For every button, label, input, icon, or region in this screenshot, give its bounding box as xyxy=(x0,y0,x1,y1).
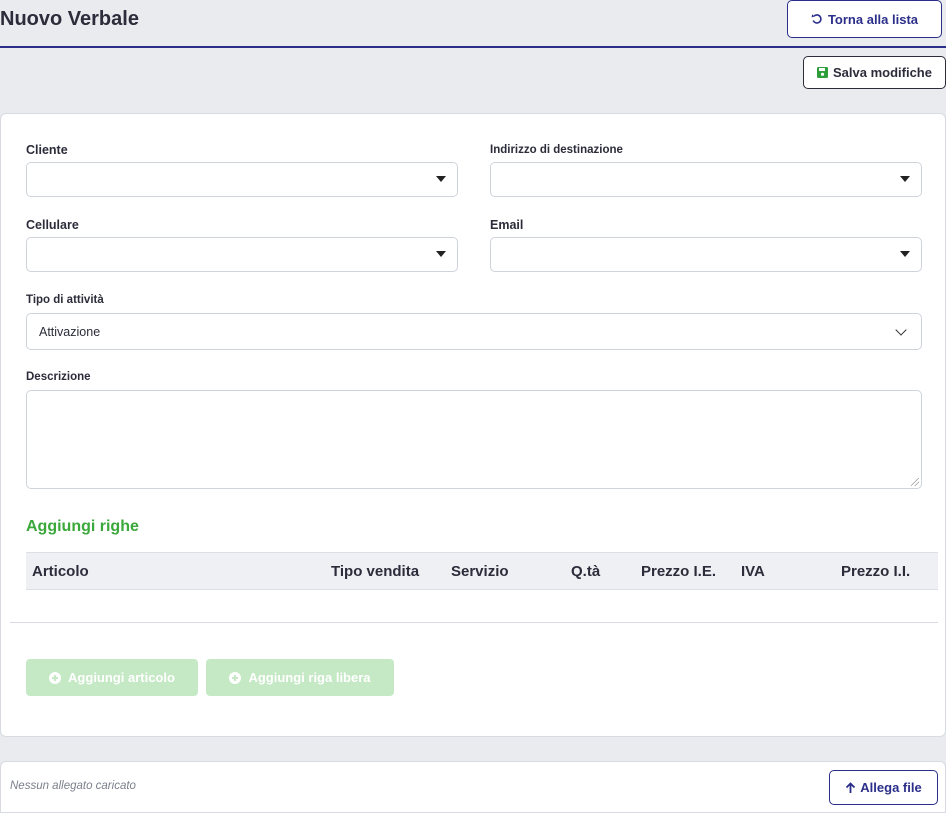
column-header-quantita: Q.tà xyxy=(571,563,601,580)
column-header-prezzo-ii: Prezzo I.I. xyxy=(841,563,911,580)
tipo-attivita-select[interactable]: Attivazione xyxy=(26,313,922,350)
page-header: Nuovo Verbale Torna alla lista xyxy=(0,0,946,48)
cliente-select[interactable] xyxy=(26,162,458,197)
attachments-status: Nessun allegato caricato xyxy=(10,780,136,792)
cliente-label: Cliente xyxy=(26,143,68,157)
tipo-attivita-label: Tipo di attività xyxy=(26,294,104,306)
column-header-prezzo-ie: Prezzo I.E. xyxy=(641,563,717,580)
back-to-list-button[interactable]: Torna alla lista xyxy=(787,0,942,38)
chevron-down-icon xyxy=(895,324,907,336)
page-title: Nuovo Verbale xyxy=(0,8,139,30)
descrizione-label: Descrizione xyxy=(26,371,91,383)
column-header-servizio: Servizio xyxy=(451,563,509,580)
caret-down-icon xyxy=(900,176,910,182)
undo-icon xyxy=(811,13,823,25)
plus-circle-icon xyxy=(49,671,62,684)
cellulare-select[interactable] xyxy=(26,237,458,272)
add-article-button[interactable]: Aggiungi articolo xyxy=(26,659,198,696)
caret-down-icon xyxy=(900,251,910,257)
attachments-bar: Nessun allegato caricato Allega file xyxy=(0,761,946,813)
attach-file-button[interactable]: Allega file xyxy=(829,770,938,805)
add-article-label: Aggiungi articolo xyxy=(68,670,175,685)
save-label: Salva modifiche xyxy=(833,65,932,80)
indirizzo-select[interactable] xyxy=(490,162,922,197)
cellulare-label: Cellulare xyxy=(26,218,79,232)
arrow-up-icon xyxy=(845,781,856,794)
add-free-row-button[interactable]: Aggiungi riga libera xyxy=(206,659,394,696)
plus-circle-icon xyxy=(229,671,242,684)
descrizione-textarea[interactable] xyxy=(26,390,922,489)
column-header-tipo-vendita: Tipo vendita xyxy=(331,563,420,580)
rows-table-header: Articolo Tipo vendita Servizio Q.tà Prez… xyxy=(26,552,938,590)
attach-file-label: Allega file xyxy=(860,780,922,795)
column-header-iva: IVA xyxy=(741,563,765,580)
form-card: Cliente Indirizzo di destinazione Cellul… xyxy=(0,113,946,737)
aggiungi-righe-title: Aggiungi righe xyxy=(26,518,139,535)
email-label: Email xyxy=(490,218,524,232)
column-header-articolo: Articolo xyxy=(32,563,89,580)
save-button[interactable]: Salva modifiche xyxy=(803,56,946,89)
tipo-attivita-value: Attivazione xyxy=(39,325,101,339)
caret-down-icon xyxy=(436,176,446,182)
resize-handle-icon[interactable] xyxy=(911,478,919,486)
divider xyxy=(10,622,938,623)
indirizzo-label: Indirizzo di destinazione xyxy=(490,144,623,156)
add-free-row-label: Aggiungi riga libera xyxy=(248,670,371,685)
floppy-disk-icon xyxy=(817,67,828,78)
back-to-list-label: Torna alla lista xyxy=(827,11,919,27)
caret-down-icon xyxy=(436,251,446,257)
email-select[interactable] xyxy=(490,237,922,272)
